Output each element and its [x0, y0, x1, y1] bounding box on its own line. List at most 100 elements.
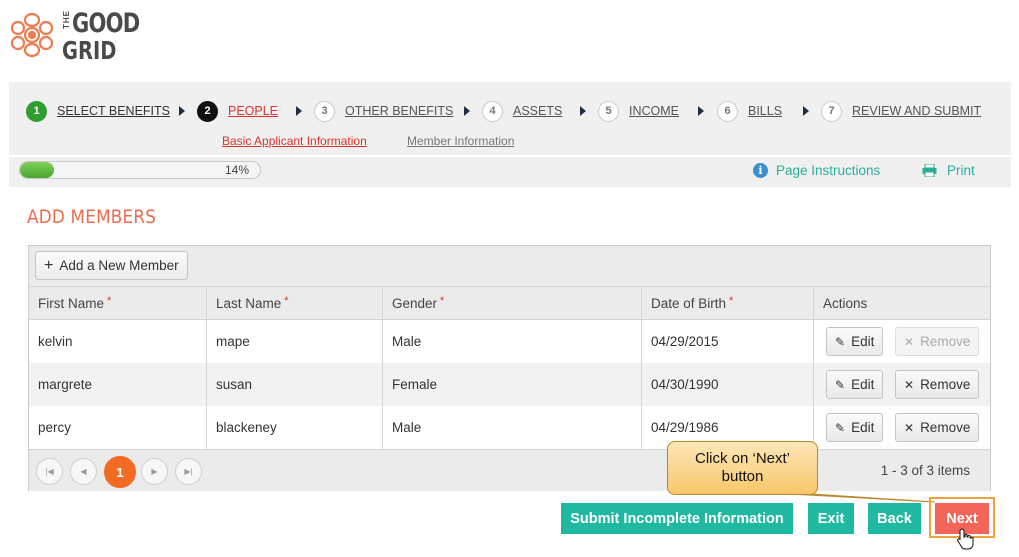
column-label: Actions — [823, 296, 868, 311]
column-header-gender[interactable]: Gender * — [382, 287, 641, 320]
add-new-member-label: Add a New Member — [59, 258, 179, 273]
cell-actions: ✎ Edit ✕ Remove — [813, 363, 990, 406]
step-number: 6 — [717, 100, 738, 122]
step-people[interactable]: 2 PEOPLE — [197, 100, 278, 122]
step-label: PEOPLE — [228, 104, 279, 118]
edit-button[interactable]: ✎ Edit — [826, 370, 884, 399]
substep-member-information[interactable]: Member Information — [407, 134, 514, 148]
remove-label: Remove — [920, 420, 971, 435]
exit-button[interactable]: Exit — [808, 503, 854, 534]
submit-incomplete-information-button[interactable]: Submit Incomplete Information — [561, 503, 793, 534]
edit-button[interactable]: ✎ Edit — [826, 413, 884, 442]
logo-grid-text: GRID — [62, 36, 117, 65]
step-arrow-icon — [179, 106, 185, 116]
cell-gender: Male — [382, 320, 641, 363]
edit-label: Edit — [851, 420, 875, 435]
column-label: First Name — [38, 296, 105, 311]
cell-last-name: mape — [206, 320, 382, 363]
page-title: ADD MEMBERS — [27, 206, 157, 228]
step-arrow-icon — [464, 106, 470, 116]
cell-gender: Female — [382, 363, 641, 406]
required-marker: * — [284, 294, 289, 307]
column-label: Date of Birth — [651, 296, 727, 311]
step-label: BILLS — [748, 104, 783, 118]
column-header-actions: Actions — [813, 287, 990, 320]
add-new-member-button[interactable]: + Add a New Member — [35, 251, 188, 280]
step-arrow-icon — [803, 106, 809, 116]
callout-line-2: button — [721, 468, 764, 485]
progress-fill — [20, 162, 54, 178]
next-page-icon[interactable]: ▶ — [141, 458, 168, 485]
table-row: kelvin mape Male 04/29/2015 ✎ Edit ✕ Remov… — [29, 320, 990, 363]
step-number: 5 — [598, 100, 619, 122]
page-instructions-link[interactable]: i Page Instructions — [753, 163, 880, 178]
back-button[interactable]: Back — [868, 503, 921, 534]
required-marker: * — [729, 294, 734, 307]
cell-actions: ✎ Edit ✕ Remove — [813, 406, 990, 449]
step-label: INCOME — [629, 104, 679, 118]
step-number: 2 — [197, 100, 218, 122]
step-number: 3 — [314, 100, 335, 122]
grid-toolbar: + Add a New Member — [29, 246, 990, 287]
cell-gender: Male — [382, 406, 641, 449]
progress-row: 14% i Page Instructions Print — [9, 157, 1011, 187]
progress-text: 14% — [225, 163, 250, 177]
step-label: ASSETS — [513, 104, 563, 118]
table-row: percy blackeney Male 04/29/1986 ✎ Edit ✕ R… — [29, 406, 990, 449]
edit-label: Edit — [851, 377, 875, 392]
remove-button[interactable]: ✕ Remove — [895, 370, 980, 399]
callout-line-1: Click on ‘Next’ — [694, 450, 791, 467]
page-number-current[interactable]: 1 — [104, 456, 136, 488]
step-arrow-icon — [296, 106, 302, 116]
remove-label: Remove — [920, 377, 971, 392]
table-row: margrete susan Female 04/30/1990 ✎ Edit ✕… — [29, 363, 990, 406]
previous-page-icon[interactable]: ◀ — [70, 458, 97, 485]
edit-button[interactable]: ✎ Edit — [826, 327, 884, 356]
close-icon: ✕ — [904, 334, 915, 349]
edit-label: Edit — [851, 334, 875, 349]
wizard-steps: 1 SELECT BENEFITS 2 PEOPLE 3 OTHER BENEF… — [9, 82, 1011, 155]
logo-good-text: GOOD — [72, 8, 140, 39]
cell-first-name: percy — [38, 420, 72, 435]
step-review-and-submit[interactable]: 7 REVIEW AND SUBMIT — [821, 100, 981, 122]
cell-date-of-birth: 04/29/2015 — [641, 320, 813, 363]
step-number: 7 — [821, 100, 842, 122]
progress-bar: 14% — [19, 161, 261, 179]
info-icon: i — [753, 163, 768, 178]
step-income[interactable]: 5 INCOME — [598, 100, 679, 122]
column-header-date-of-birth[interactable]: Date of Birth * — [641, 287, 813, 320]
step-assets[interactable]: 4 ASSETS — [482, 100, 562, 122]
close-icon: ✕ — [904, 377, 915, 392]
required-marker: * — [440, 294, 445, 307]
column-header-first-name[interactable]: First Name * — [29, 287, 206, 320]
remove-button[interactable]: ✕ Remove — [895, 413, 980, 442]
step-arrow-icon — [580, 106, 586, 116]
plus-icon: + — [44, 256, 54, 274]
step-label: OTHER BENEFITS — [345, 104, 454, 118]
grid-pager: |◀ ◀ 1 ▶ ▶| 1 - 3 of 3 items — [29, 449, 990, 491]
pager-info: 1 - 3 of 3 items — [880, 463, 970, 478]
close-icon: ✕ — [904, 420, 915, 435]
required-marker: * — [107, 294, 112, 307]
pencil-icon: ✎ — [835, 377, 846, 392]
cell-last-name: blackeney — [206, 406, 382, 449]
hand-cursor-icon — [957, 528, 974, 550]
first-page-icon[interactable]: |◀ — [36, 458, 63, 485]
page-instructions-label: Page Instructions — [776, 163, 881, 178]
cell-actions: ✎ Edit ✕ Remove — [813, 320, 990, 363]
last-page-icon[interactable]: ▶| — [175, 458, 202, 485]
print-link[interactable]: Print — [922, 163, 975, 178]
pencil-icon: ✎ — [835, 334, 846, 349]
column-header-last-name[interactable]: Last Name * — [206, 287, 382, 320]
remove-label: Remove — [920, 334, 971, 349]
step-select-benefits[interactable]: 1 SELECT BENEFITS — [26, 100, 170, 122]
step-other-benefits[interactable]: 3 OTHER BENEFITS — [314, 100, 453, 122]
step-label: REVIEW AND SUBMIT — [852, 104, 982, 118]
substep-basic-applicant-information[interactable]: Basic Applicant Information — [222, 134, 367, 148]
column-label: Last Name — [216, 296, 282, 311]
column-label: Gender — [392, 296, 438, 311]
printer-icon — [922, 164, 937, 177]
cell-date-of-birth: 04/30/1990 — [641, 363, 813, 406]
step-bills[interactable]: 6 BILLS — [717, 100, 782, 122]
members-grid: + Add a New Member First Name * Last Name… — [28, 245, 991, 491]
